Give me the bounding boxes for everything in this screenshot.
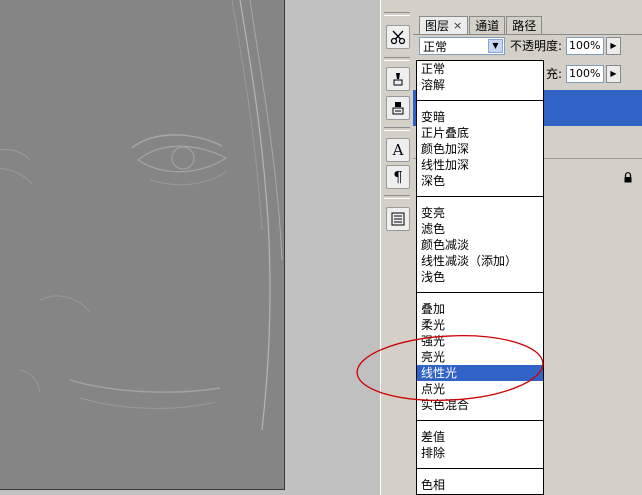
blend-menu-item[interactable]: 亮光 — [417, 349, 543, 365]
opacity-value: 100% — [569, 39, 601, 52]
lock-icon — [623, 172, 633, 186]
tab-channels-label: 通道 — [475, 19, 500, 33]
blend-menu-item[interactable]: 叠加 — [417, 301, 543, 317]
blend-menu-item[interactable]: 变亮 — [417, 205, 543, 221]
fill-arrow-icon[interactable]: ▶ — [606, 65, 621, 83]
tab-paths[interactable]: 路径 — [506, 16, 543, 34]
workspace-background — [285, 0, 380, 495]
blend-menu-item[interactable]: 溶解 — [417, 77, 543, 93]
fill-input[interactable]: 100% — [566, 65, 604, 83]
tab-paths-label: 路径 — [512, 19, 537, 33]
tab-layers[interactable]: 图层 × — [419, 16, 469, 34]
blend-menu-item[interactable]: 线性光 — [417, 365, 543, 381]
menu-separator — [417, 196, 543, 197]
high-pass-photo — [0, 0, 284, 489]
blend-menu-item[interactable]: 变暗 — [417, 109, 543, 125]
chevron-down-icon[interactable]: ▼ — [488, 39, 503, 53]
menu-separator — [417, 420, 543, 421]
panel-tool-strip: A ¶ — [380, 0, 415, 495]
blend-menu-item[interactable]: 色相 — [417, 477, 543, 493]
tab-close-icon[interactable]: × — [453, 19, 462, 32]
paragraph-icon[interactable]: ¶ — [386, 165, 410, 189]
blend-mode-value: 正常 — [423, 40, 448, 54]
menu-separator — [417, 292, 543, 293]
blend-menu-item[interactable]: 滤色 — [417, 221, 543, 237]
blend-menu-item[interactable]: 点光 — [417, 381, 543, 397]
blend-mode-menu: 正常 溶解变暗 正片叠底 颜色加深 线性加深 深色变亮 滤色 颜色减淡 线性减淡（添加） 浅色叠加… — [416, 60, 544, 495]
opacity-label: 不透明度: — [510, 39, 563, 53]
clone-source-icon[interactable] — [386, 96, 410, 120]
scissors-icon[interactable] — [386, 25, 410, 49]
menu-separator — [417, 100, 543, 101]
blend-menu-item[interactable]: 排除 — [417, 445, 543, 461]
tool-separator — [384, 12, 410, 16]
blend-menu-item[interactable]: 深色 — [417, 173, 543, 189]
tool-separator — [384, 57, 410, 61]
blend-menu-item[interactable]: 线性减淡（添加） — [417, 253, 543, 269]
character-icon[interactable]: A — [386, 138, 410, 162]
blend-menu-item[interactable]: 浅色 — [417, 269, 543, 285]
fill-label: 充: — [546, 67, 563, 81]
blend-mode-select[interactable]: 正常 ▼ — [419, 37, 505, 55]
tab-divider — [413, 34, 642, 35]
layer-comps-icon[interactable] — [386, 207, 410, 231]
opacity-input[interactable]: 100% — [566, 37, 604, 55]
blend-menu-item[interactable]: 线性加深 — [417, 157, 543, 173]
blend-menu-item[interactable]: 颜色减淡 — [417, 237, 543, 253]
panel-tabs: 图层 × 通道 路径 — [419, 16, 543, 34]
blend-menu-item[interactable]: 差值 — [417, 429, 543, 445]
opacity-arrow-icon[interactable]: ▶ — [606, 37, 621, 55]
fill-value: 100% — [569, 67, 601, 80]
tab-channels[interactable]: 通道 — [469, 16, 506, 34]
brush-preset-icon[interactable] — [386, 67, 410, 91]
blend-menu-item[interactable]: 强光 — [417, 333, 543, 349]
tool-separator — [384, 195, 410, 199]
opacity-row: 正常 ▼ 不透明度: 100% ▶ — [419, 37, 639, 57]
menu-separator — [417, 468, 543, 469]
blend-menu-item[interactable]: 正片叠底 — [417, 125, 543, 141]
tool-separator — [384, 127, 410, 131]
blend-menu-item[interactable]: 柔光 — [417, 317, 543, 333]
blend-menu-item[interactable]: 颜色加深 — [417, 141, 543, 157]
document-canvas[interactable] — [0, 0, 285, 490]
tab-layers-label: 图层 — [425, 19, 450, 33]
blend-menu-item[interactable]: 实色混合 — [417, 397, 543, 413]
blend-menu-item[interactable]: 正常 — [417, 61, 543, 77]
